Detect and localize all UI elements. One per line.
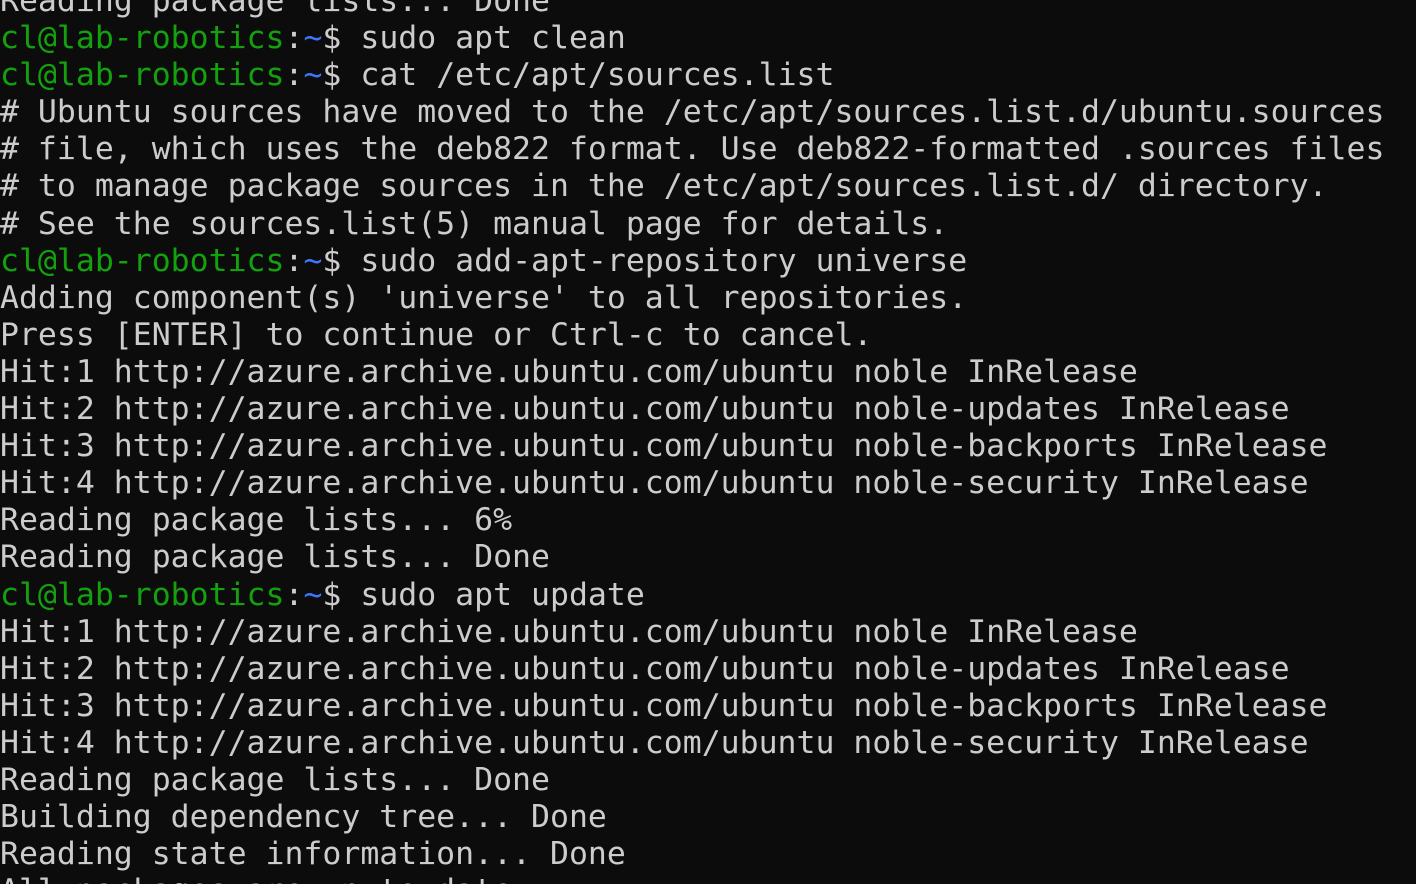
terminal-output-line: Reading package lists... Done [0,761,550,798]
terminal-output-line: # See the sources.list(5) manual page fo… [0,205,949,242]
prompt-separator: : [284,20,304,57]
terminal-output-line: Press [ENTER] to continue or Ctrl-c to c… [0,316,873,353]
prompt-separator: : [284,242,304,279]
terminal-command: sudo apt update [360,576,645,613]
terminal-prompt-line: cl@lab-robotics:~$ sudo apt clean [0,20,1384,57]
prompt-path: ~ [303,20,323,57]
prompt-path: ~ [303,242,323,279]
terminal-command: cat /etc/apt/sources.list [360,57,835,94]
terminal-output-line: Building dependency tree... Done [0,799,607,836]
prompt-user-host: cl@lab-robotics [0,20,285,57]
prompt-separator: : [284,576,304,613]
prompt-user-host: cl@lab-robotics [0,242,285,279]
terminal-prompt-line: cl@lab-robotics:~$ sudo apt update [0,577,1384,614]
prompt-symbol: $ [322,576,361,613]
terminal-prompt-line: cl@lab-robotics:~$ sudo add-apt-reposito… [0,243,1384,280]
terminal-output-line: Reading package lists... Done [0,539,550,576]
terminal-output-line: Hit:2 http://azure.archive.ubuntu.com/ub… [0,391,1290,428]
terminal-output-line: Hit:3 http://azure.archive.ubuntu.com/ub… [0,687,1328,724]
terminal-output-line: Hit:4 http://azure.archive.ubuntu.com/ub… [0,465,1309,502]
prompt-path: ~ [303,576,323,613]
terminal-output-line: Hit:4 http://azure.archive.ubuntu.com/ub… [0,724,1309,761]
prompt-path: ~ [303,57,323,94]
terminal-output-line: Hit:1 http://azure.archive.ubuntu.com/ub… [0,353,1138,390]
prompt-symbol: $ [322,57,361,94]
terminal-output-line: Reading package lists... 6% [0,502,513,539]
prompt-user-host: cl@lab-robotics [0,57,285,94]
terminal-output-line: # Ubuntu sources have moved to the /etc/… [0,94,1385,131]
terminal-output-line: # file, which uses the deb822 format. Us… [0,131,1385,168]
prompt-user-host: cl@lab-robotics [0,576,285,613]
terminal-output-line: Hit:3 http://azure.archive.ubuntu.com/ub… [0,428,1328,465]
terminal-command: sudo add-apt-repository universe [360,242,968,279]
terminal-output: Reading package lists... Done cl@lab-robo… [0,0,1384,884]
terminal-output-line: Hit:1 http://azure.archive.ubuntu.com/ub… [0,613,1138,650]
terminal-prompt-line: cl@lab-robotics:~$ cat /etc/apt/sources.… [0,57,1384,94]
terminal-output-line: Adding component(s) 'universe' to all re… [0,279,968,316]
prompt-separator: : [284,57,304,94]
terminal-output-line: # to manage package sources in the /etc/… [0,168,1328,205]
terminal-output-line: Hit:2 http://azure.archive.ubuntu.com/ub… [0,650,1290,687]
terminal-command: sudo apt clean [360,20,626,57]
terminal-output-line: Reading state information... Done [0,836,626,873]
prompt-symbol: $ [322,20,361,57]
prompt-symbol: $ [322,242,361,279]
terminal-window[interactable]: Reading package lists... Done cl@lab-robo… [0,0,1416,884]
terminal-output-line: All packages are up to date. [0,873,1384,884]
terminal-output-line: Reading package lists... Done [0,0,550,19]
